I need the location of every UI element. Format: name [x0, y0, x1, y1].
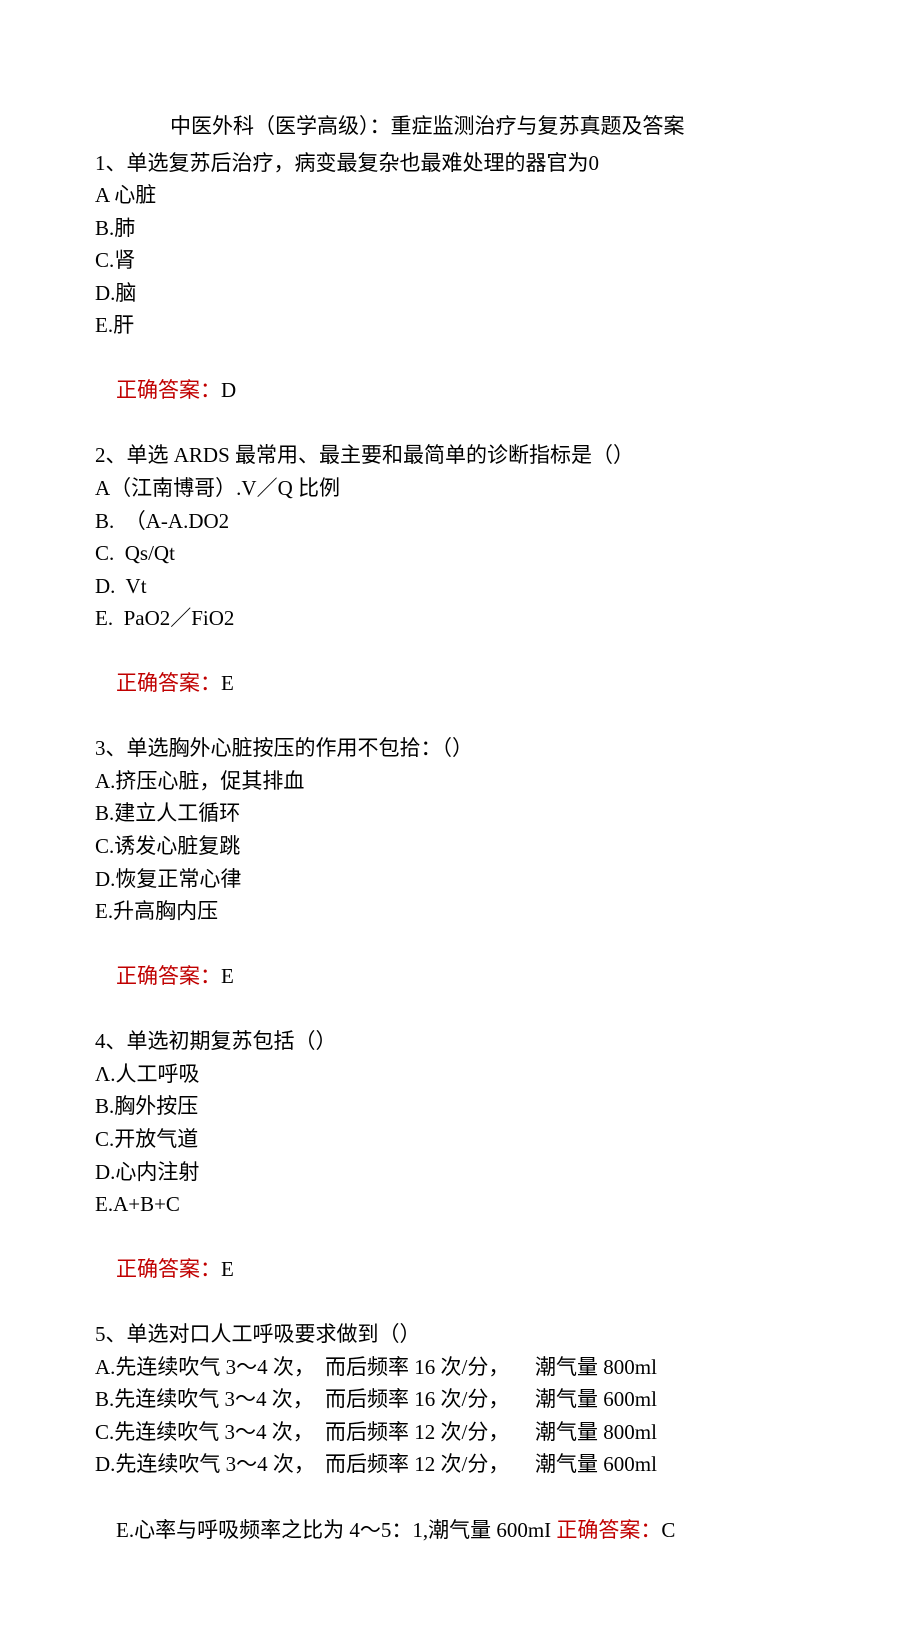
q3-stem: 3、单选胸外心脏按压的作用不包拾：（） — [95, 732, 825, 765]
q5-option-d: D.先连续吹气 3～4 次， 而后频率 12 次/分， 潮气量 600ml — [95, 1448, 825, 1481]
answer-value: D — [221, 378, 236, 402]
q3-option-b: B.建立人工循环 — [95, 797, 825, 830]
q2-option-a: A（江南博哥）.V／Q 比例 — [95, 472, 825, 505]
q1-option-c: C.肾 — [95, 244, 825, 277]
page-title: 中医外科（医学高级）：重症监测治疗与复苏真题及答案 — [95, 110, 825, 143]
q5-b-col2: 而后频率 16 次/分， — [325, 1383, 535, 1416]
answer-label: 正确答案： — [116, 378, 221, 402]
q5-option-c: C.先连续吹气 3～4 次， 而后频率 12 次/分， 潮气量 800ml — [95, 1416, 825, 1449]
q5-b-col1: B.先连续吹气 3～4 次， — [95, 1383, 325, 1416]
q1-option-d: D.脑 — [95, 277, 825, 310]
answer-label: 正确答案： — [116, 964, 221, 988]
q5-option-a: A.先连续吹气 3～4 次， 而后频率 16 次/分， 潮气量 800ml — [95, 1351, 825, 1384]
q5-d-col2: 而后频率 12 次/分， — [325, 1448, 535, 1481]
page: 中医外科（医学高级）：重症监测治疗与复苏真题及答案 1、单选复苏后治疗，病变最复… — [0, 0, 920, 1639]
q2-answer: 正确答案：E — [95, 635, 825, 733]
q1-answer: 正确答案：D — [95, 342, 825, 440]
q5-option-e: E.心率与呼吸频率之比为 4～5：1,潮气量 600mI — [116, 1518, 556, 1542]
q3-option-c: C.诱发心脏复跳 — [95, 830, 825, 863]
q5-c-col1: C.先连续吹气 3～4 次， — [95, 1416, 325, 1449]
q5-stem: 5、单选对口人工呼吸要求做到（） — [95, 1318, 825, 1351]
q5-c-col3: 潮气量 800ml — [535, 1416, 825, 1449]
q5-d-col1: D.先连续吹气 3～4 次， — [95, 1448, 325, 1481]
q5-d-col3: 潮气量 600ml — [535, 1448, 825, 1481]
q3-option-d: D.恢复正常心律 — [95, 863, 825, 896]
q5-a-col3: 潮气量 800ml — [535, 1351, 825, 1384]
q4-answer: 正确答案：E — [95, 1221, 825, 1319]
q2-option-c: C. Qs/Qt — [95, 537, 825, 570]
q1-stem: 1、单选复苏后治疗，病变最复杂也最难处理的器官为0 — [95, 147, 825, 180]
q2-option-b: B. （A-A.DO2 — [95, 505, 825, 538]
q2-option-e: E. PaO2／FiO2 — [95, 602, 825, 635]
q4-option-b: B.胸外按压 — [95, 1090, 825, 1123]
q3-option-a: A.挤压心脏，促其排血 — [95, 765, 825, 798]
q3-answer: 正确答案：E — [95, 928, 825, 1026]
answer-value: E — [221, 1257, 234, 1281]
answer-label: 正确答案： — [556, 1518, 661, 1542]
q5-a-col2: 而后频率 16 次/分， — [325, 1351, 535, 1384]
q2-stem: 2、单选 ARDS 最常用、最主要和最简单的诊断指标是（） — [95, 439, 825, 472]
q5-b-col3: 潮气量 600ml — [535, 1383, 825, 1416]
q1-option-a: A 心脏 — [95, 179, 825, 212]
answer-value: E — [221, 671, 234, 695]
answer-value: C — [661, 1518, 675, 1542]
q4-stem: 4、单选初期复苏包括（） — [95, 1025, 825, 1058]
q4-option-c: C.开放气道 — [95, 1123, 825, 1156]
answer-label: 正确答案： — [116, 1257, 221, 1281]
q4-option-d: D.心内注射 — [95, 1156, 825, 1189]
answer-label: 正确答案： — [116, 671, 221, 695]
q1-option-b: B.肺 — [95, 212, 825, 245]
q3-option-e: E.升高胸内压 — [95, 895, 825, 928]
answer-value: E — [221, 964, 234, 988]
q5-a-col1: A.先连续吹气 3～4 次， — [95, 1351, 325, 1384]
q5-option-e-and-answer: E.心率与呼吸频率之比为 4～5：1,潮气量 600mI 正确答案：C — [95, 1481, 825, 1579]
q2-option-d: D. Vt — [95, 570, 825, 603]
q4-option-e: E.A+B+C — [95, 1188, 825, 1221]
q4-option-a: Λ.人工呼吸 — [95, 1058, 825, 1091]
q1-option-e: E.肝 — [95, 309, 825, 342]
q5-option-b: B.先连续吹气 3～4 次， 而后频率 16 次/分， 潮气量 600ml — [95, 1383, 825, 1416]
q5-c-col2: 而后频率 12 次/分， — [325, 1416, 535, 1449]
